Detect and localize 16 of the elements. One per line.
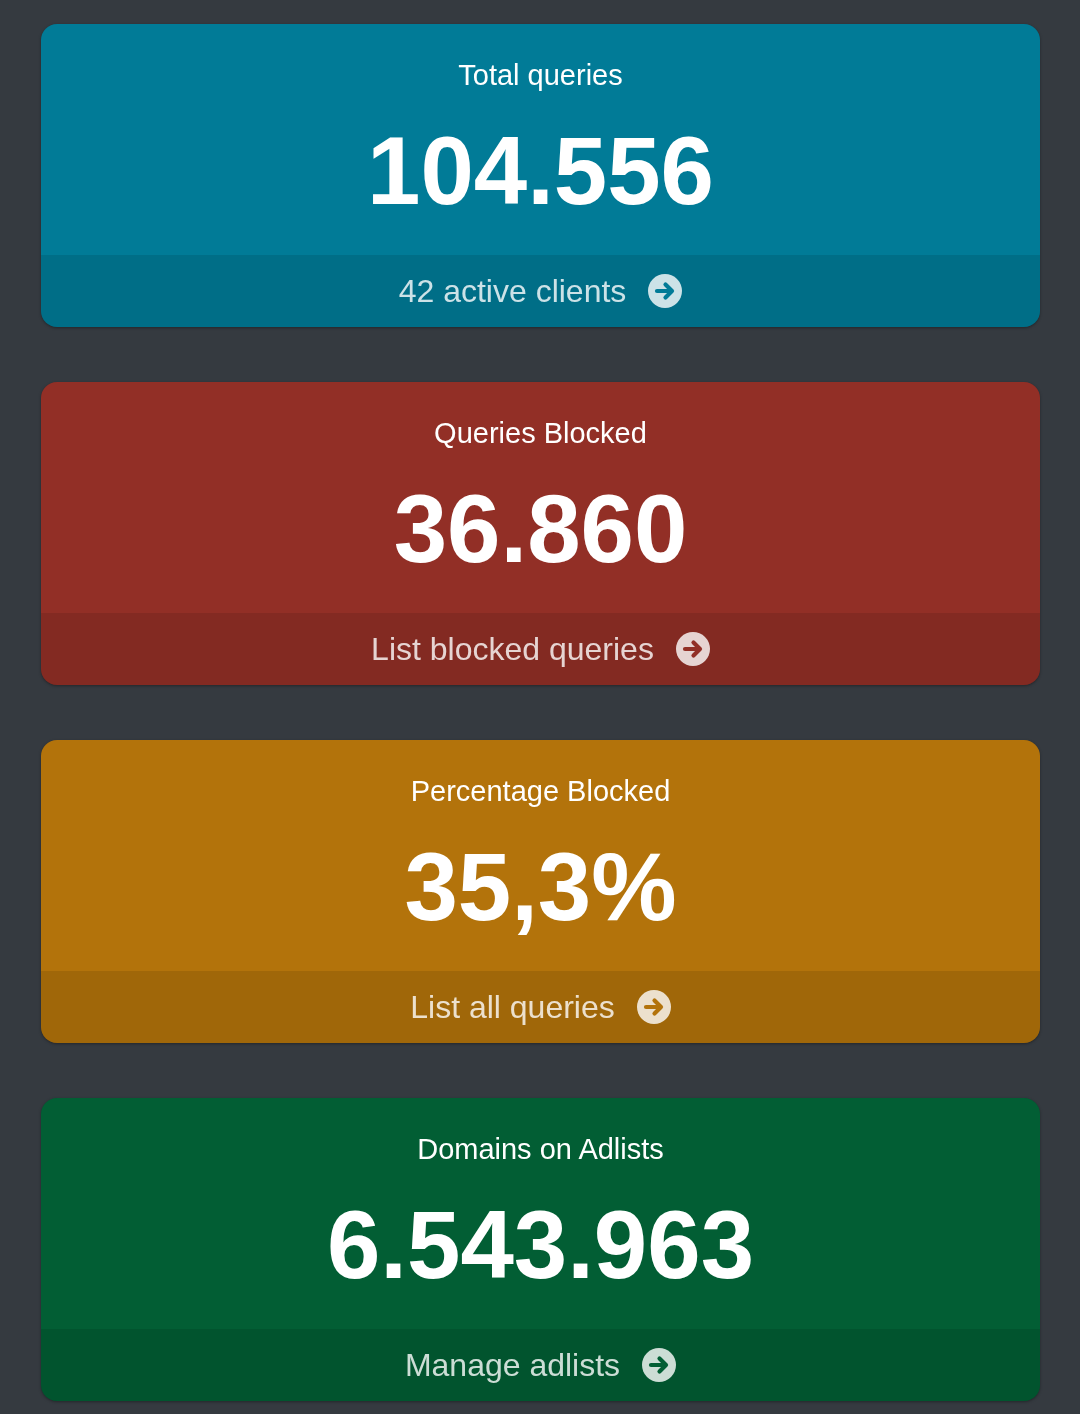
stat-value: 36.860 bbox=[393, 474, 688, 584]
card-footer-link[interactable]: List all queries bbox=[41, 971, 1040, 1043]
card-footer-link[interactable]: 42 active clients bbox=[41, 255, 1040, 327]
stat-value: 104.556 bbox=[367, 116, 714, 226]
arrow-right-circle-icon bbox=[642, 1348, 677, 1382]
card-footer-link[interactable]: Manage adlists bbox=[41, 1329, 1040, 1401]
card-title: Domains on Adlists bbox=[417, 1132, 664, 1167]
card-footer-link[interactable]: List blocked queries bbox=[41, 613, 1040, 685]
card-title: Queries Blocked bbox=[434, 416, 647, 451]
arrow-right-circle-icon bbox=[636, 990, 671, 1024]
arrow-right-circle-icon bbox=[675, 632, 710, 666]
arrow-right-circle-icon bbox=[648, 274, 683, 308]
card-title: Percentage Blocked bbox=[410, 774, 671, 809]
stat-value: 6.543.963 bbox=[326, 1190, 755, 1300]
card-title: Total queries bbox=[458, 58, 623, 93]
stat-value: 35,3% bbox=[404, 832, 677, 942]
